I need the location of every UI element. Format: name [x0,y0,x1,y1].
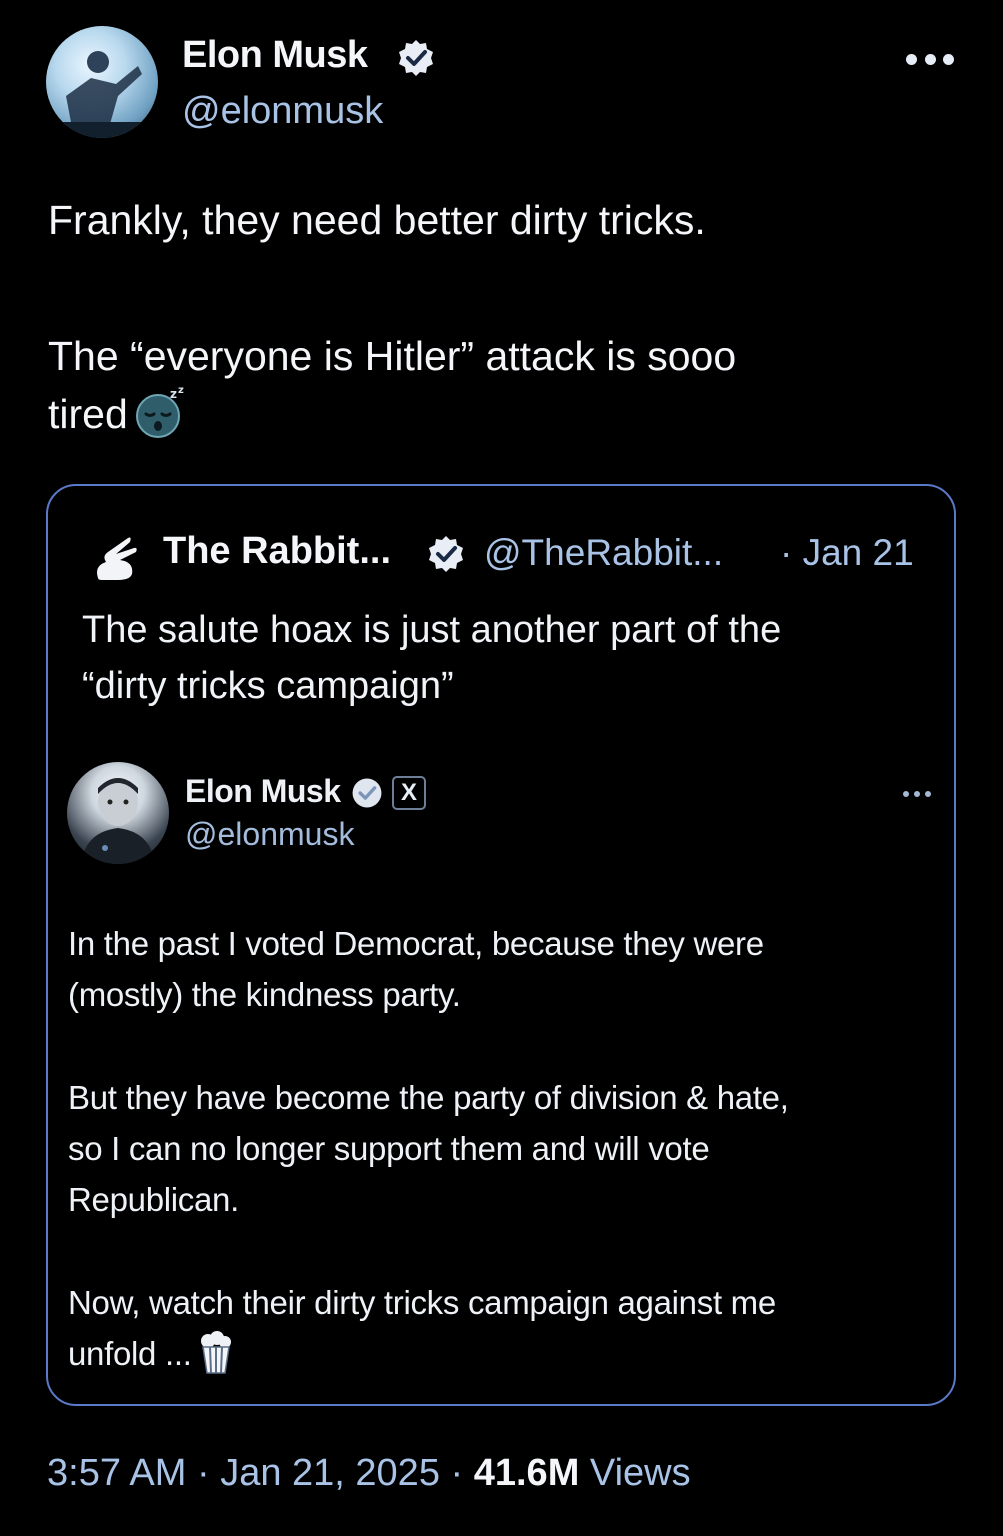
embedded-tweet-text: In the past I voted Democrat, because th… [68,918,938,1379]
quoted-tweet-text: The salute hoax is just another part of … [82,602,932,714]
quoted-author-handle[interactable]: @TheRabbit... [484,532,723,574]
svg-text:z: z [170,387,177,401]
embedded-author-name: Elon Musk [185,773,341,809]
tweet-line: The “everyone is Hitler” attack is sooo [48,333,737,379]
verified-badge-icon [352,778,382,808]
embedded-line: (mostly) the kindness party. [68,976,461,1013]
author-name[interactable]: Elon Musk [182,34,368,77]
embedded-author-handle: @elonmusk [185,816,355,852]
svg-text:z: z [178,385,184,396]
embedded-line: In the past I voted Democrat, because th… [68,925,764,962]
more-options-icon[interactable] [906,44,954,74]
x-logo-icon: X [392,776,426,810]
embedded-line: Now, watch their dirty tricks campaign a… [68,1284,776,1321]
tweet-line: Frankly, they need better dirty tricks. [48,197,706,243]
embedded-line: so I can no longer support them and will… [68,1130,710,1167]
rabbit-icon [97,537,137,580]
avatar[interactable] [46,26,158,138]
tweet: Elon Musk @elonmusk Frankly, they need b… [0,0,1003,1536]
more-options-icon [903,788,931,800]
tweet-time[interactable]: 3:57 AM [47,1452,186,1494]
quoted-author-name[interactable]: The Rabbit... [163,530,391,573]
embedded-line: Republican. [68,1181,239,1218]
tweet-line: tired [48,391,128,437]
embedded-avatar [67,762,169,864]
tweet-meta: 3:57 AM · Jan 21, 2025 · 41.6M Views [47,1452,691,1495]
verified-badge-icon [399,40,433,76]
sleeping-face-icon: z z [135,385,184,438]
author-handle[interactable]: @elonmusk [182,90,383,133]
quoted-line: The salute hoax is just another part of … [82,609,782,651]
popcorn-icon [200,1331,231,1374]
views-count[interactable]: 41.6M [474,1452,580,1494]
embedded-line: But they have become the party of divisi… [68,1079,789,1116]
meta-separator: · [439,1452,474,1494]
tweet-date[interactable]: Jan 21, 2025 [220,1452,440,1494]
views-label[interactable]: Views [579,1452,691,1494]
tweet-line-last: tired z z [48,384,948,442]
embedded-line-last: unfold ... [68,1328,938,1379]
tweet-text: Frankly, they need better dirty tricks. … [48,192,948,442]
verified-badge-icon [429,536,463,572]
embedded-line: unfold ... [68,1335,192,1372]
meta-separator: · [186,1452,221,1494]
quoted-line: “dirty tricks campaign” [82,665,454,707]
quoted-date[interactable]: · Jan 21 [780,532,914,574]
